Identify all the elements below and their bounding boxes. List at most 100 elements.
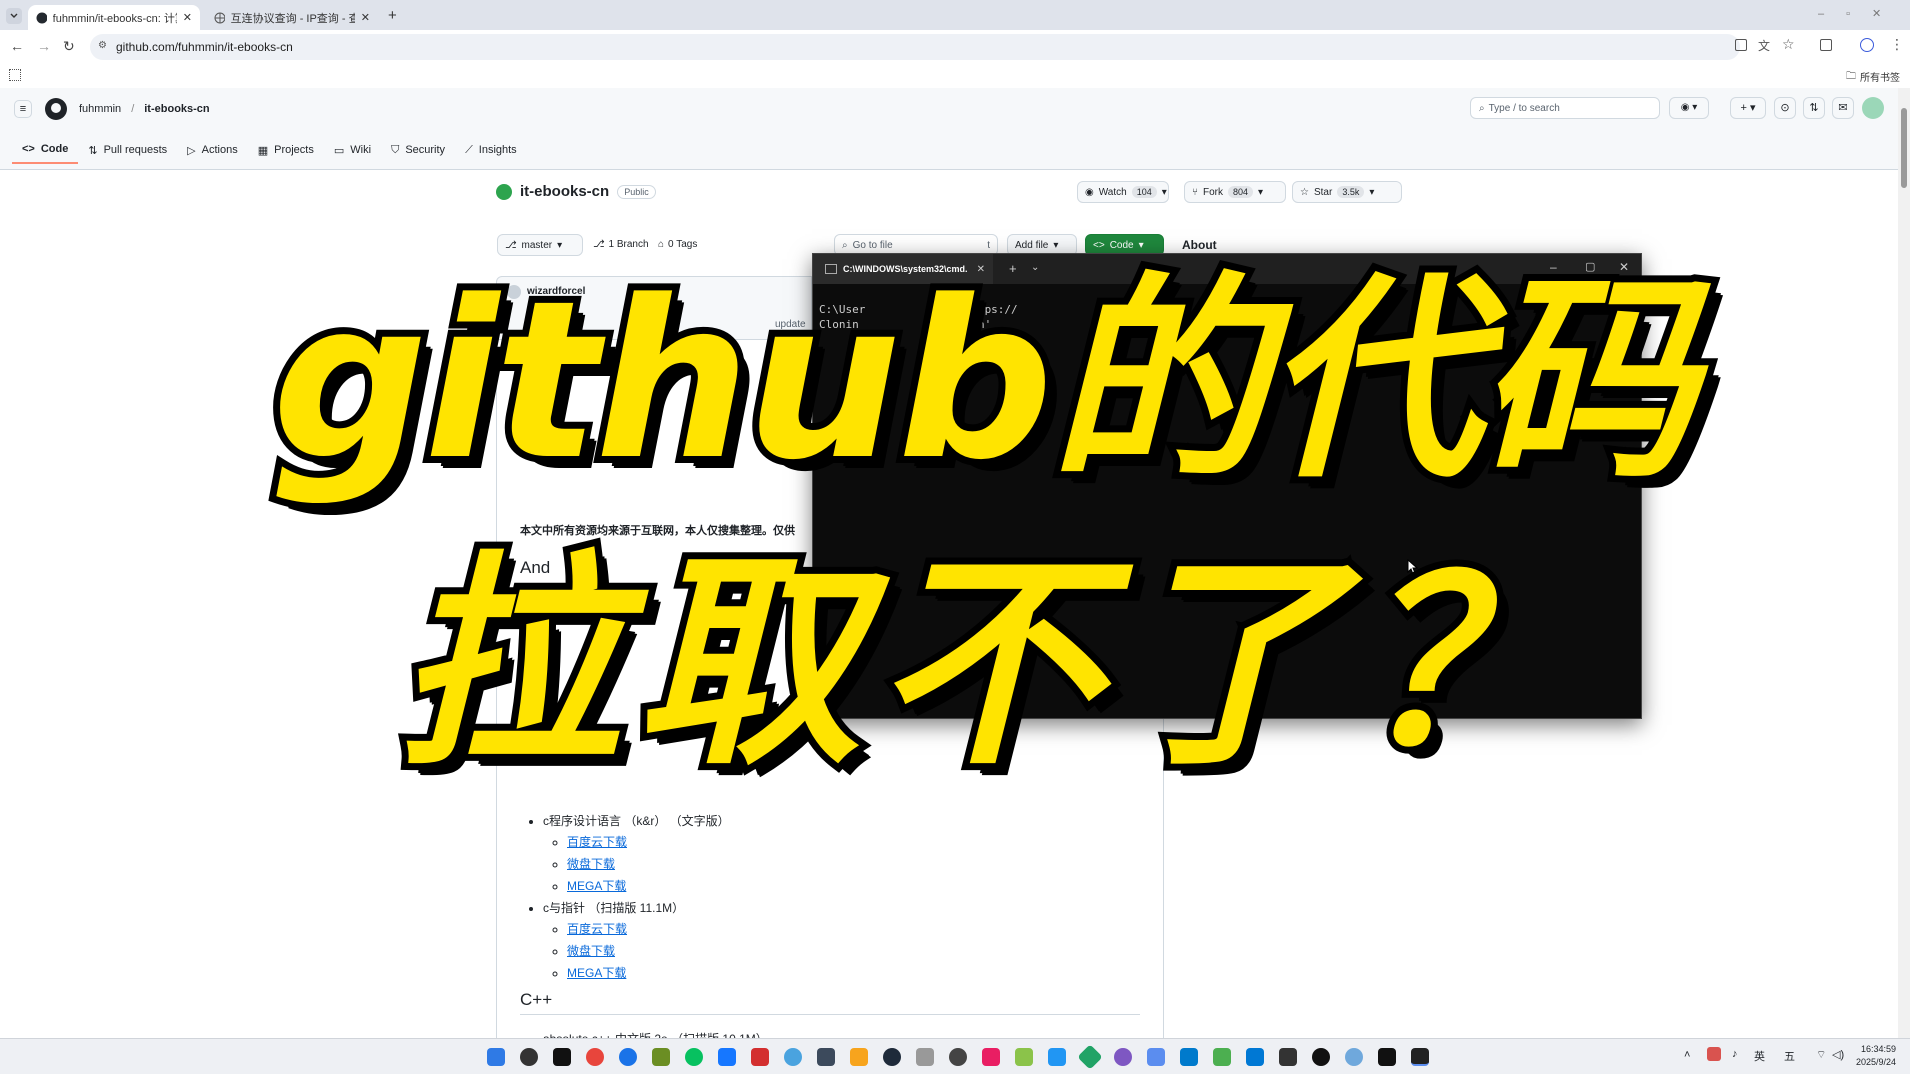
tags-link[interactable]: ⌂ 0 Tags	[658, 239, 697, 250]
tab-search-button[interactable]	[6, 8, 22, 24]
tags-count: 0 Tags	[668, 239, 698, 250]
wechat-icon[interactable]	[685, 1048, 703, 1066]
app-icon[interactable]	[1077, 1044, 1103, 1070]
capcut-icon[interactable]	[1378, 1048, 1396, 1066]
app-icon[interactable]	[652, 1048, 670, 1066]
tab-wiki[interactable]: ▭ Wiki	[324, 136, 381, 164]
pdf-icon[interactable]	[751, 1048, 769, 1066]
copilot-button[interactable]: ◉ ▾	[1669, 97, 1709, 119]
scrollbar-thumb[interactable]	[1901, 108, 1907, 188]
maps-icon[interactable]	[619, 1048, 637, 1066]
branches-link[interactable]: ⎇ 1 Branch	[593, 239, 649, 250]
start-menu-icon[interactable]	[487, 1048, 505, 1066]
app-icon[interactable]	[1048, 1048, 1066, 1066]
translate-icon[interactable]: 文	[1758, 37, 1770, 54]
tab-github[interactable]: fuhmmin/it-ebooks-cn: 计算 ✕	[28, 5, 200, 30]
download-link[interactable]: 微盘下载	[567, 944, 615, 958]
table-icon: ▦	[257, 144, 269, 157]
microphone-icon[interactable]: ♪	[1732, 1048, 1738, 1060]
qq-icon[interactable]	[1312, 1048, 1330, 1066]
app-icon[interactable]	[949, 1048, 967, 1066]
tab-projects[interactable]: ▦ Projects	[248, 136, 324, 164]
tab-actions[interactable]: ▷ Actions	[177, 136, 248, 164]
repo-link[interactable]: it-ebooks-cn	[144, 103, 209, 115]
watch-button[interactable]: ◉ Watch 104 ▾	[1077, 181, 1169, 203]
bookmark-star-icon[interactable]: ☆	[1782, 36, 1795, 53]
app-icon[interactable]	[982, 1048, 1000, 1066]
download-link[interactable]: 微盘下载	[567, 857, 615, 871]
menu-icon[interactable]: ⋮	[1890, 36, 1904, 53]
download-link[interactable]: MEGA下载	[567, 879, 626, 893]
app-icon[interactable]	[850, 1048, 868, 1066]
branch-select[interactable]: ⎇ master ▾	[497, 234, 583, 256]
app-icon[interactable]	[1213, 1048, 1231, 1066]
tab-code[interactable]: <> Code	[12, 136, 79, 164]
app-icon[interactable]	[1279, 1048, 1297, 1066]
clock[interactable]: 16:34:59 2025/9/24	[1856, 1043, 1896, 1069]
book-icon: ▭	[333, 144, 345, 157]
hamburger-menu-icon[interactable]: ≡	[14, 100, 32, 118]
github-logo-icon[interactable]	[45, 98, 67, 120]
tab-pull-requests[interactable]: ⇅ Pull requests	[78, 136, 177, 164]
address-bar[interactable]: ⚙ github.com/fuhmmin/it-ebooks-cn	[90, 34, 1740, 60]
app-icon[interactable]	[1345, 1048, 1363, 1066]
avatar[interactable]	[1862, 97, 1884, 119]
search-input[interactable]: ⌕ Type / to search	[1470, 97, 1660, 119]
fork-button[interactable]: ⑂ Fork 804 ▾	[1184, 181, 1286, 203]
issues-icon[interactable]: ⊙	[1774, 97, 1796, 119]
tab-ip-lookup[interactable]: 互连协议查询 - IP查询 - 查IP( ✕	[206, 5, 378, 30]
star-icon: ☆	[1300, 186, 1309, 198]
apps-icon[interactable]	[9, 69, 21, 81]
all-bookmarks[interactable]: 🗀 所有书签	[1846, 69, 1900, 86]
site-info-icon[interactable]: ⚙	[98, 40, 107, 51]
inbox-icon[interactable]: ✉	[1832, 97, 1854, 119]
tab-insights[interactable]: ⟋ Insights	[455, 136, 527, 164]
star-label: Star	[1313, 186, 1333, 198]
app-icon[interactable]	[883, 1048, 901, 1066]
chevron-up-icon[interactable]: ˄	[1684, 1049, 1690, 1061]
vscode-icon[interactable]	[1180, 1048, 1198, 1066]
about-heading: About	[1182, 238, 1217, 252]
tab-label: Code	[40, 143, 69, 155]
close-icon[interactable]: ✕	[183, 11, 192, 24]
download-link[interactable]: 百度云下载	[567, 922, 627, 936]
profile-icon[interactable]	[1860, 38, 1874, 52]
volume-icon[interactable]: ◁)	[1832, 1048, 1844, 1061]
chrome-icon[interactable]	[586, 1048, 604, 1066]
create-new-button[interactable]: + ▾	[1730, 97, 1766, 119]
app-icon[interactable]	[784, 1048, 802, 1066]
tab-label: Projects	[274, 144, 314, 156]
download-link[interactable]: 百度云下载	[567, 835, 627, 849]
app-icon[interactable]	[1147, 1048, 1165, 1066]
capcut-icon[interactable]	[553, 1048, 571, 1066]
clock-date: 2025/9/24	[1856, 1057, 1897, 1067]
window-controls[interactable]: –▫✕	[1818, 7, 1903, 20]
extensions-icon[interactable]	[1820, 39, 1832, 51]
pull-requests-icon[interactable]: ⇅	[1803, 97, 1825, 119]
app-icon[interactable]	[520, 1048, 538, 1066]
forward-icon[interactable]: →	[37, 38, 51, 54]
app-icon[interactable]	[916, 1048, 934, 1066]
reload-icon[interactable]: ↻	[63, 38, 75, 55]
app-icon[interactable]	[817, 1048, 835, 1066]
app-icon[interactable]	[1114, 1048, 1132, 1066]
star-button[interactable]: ☆ Star 3.5k ▾	[1292, 181, 1402, 203]
new-tab-button[interactable]: +	[388, 7, 397, 24]
owner-link[interactable]: fuhmmin	[79, 103, 121, 115]
page-scrollbar[interactable]	[1898, 88, 1910, 1038]
wifi-icon[interactable]: ⌔	[1816, 1048, 1826, 1062]
ime-mode[interactable]: 五	[1784, 1048, 1795, 1064]
terminal-icon[interactable]	[1411, 1048, 1429, 1066]
download-link[interactable]: MEGA下载	[567, 966, 626, 980]
folder-icon: 🗀	[1846, 71, 1856, 82]
app-icon[interactable]	[718, 1048, 736, 1066]
app-icon[interactable]	[1015, 1048, 1033, 1066]
ime-language[interactable]: 英	[1754, 1048, 1765, 1064]
close-icon[interactable]: ✕	[361, 11, 370, 24]
tab-label: Pull requests	[103, 144, 168, 156]
install-app-icon[interactable]	[1735, 39, 1747, 51]
outlook-icon[interactable]	[1246, 1048, 1264, 1066]
back-icon[interactable]: ←	[10, 38, 24, 54]
tray-app-icon[interactable]	[1707, 1047, 1721, 1061]
tab-security[interactable]: ⛉ Security	[381, 136, 455, 164]
